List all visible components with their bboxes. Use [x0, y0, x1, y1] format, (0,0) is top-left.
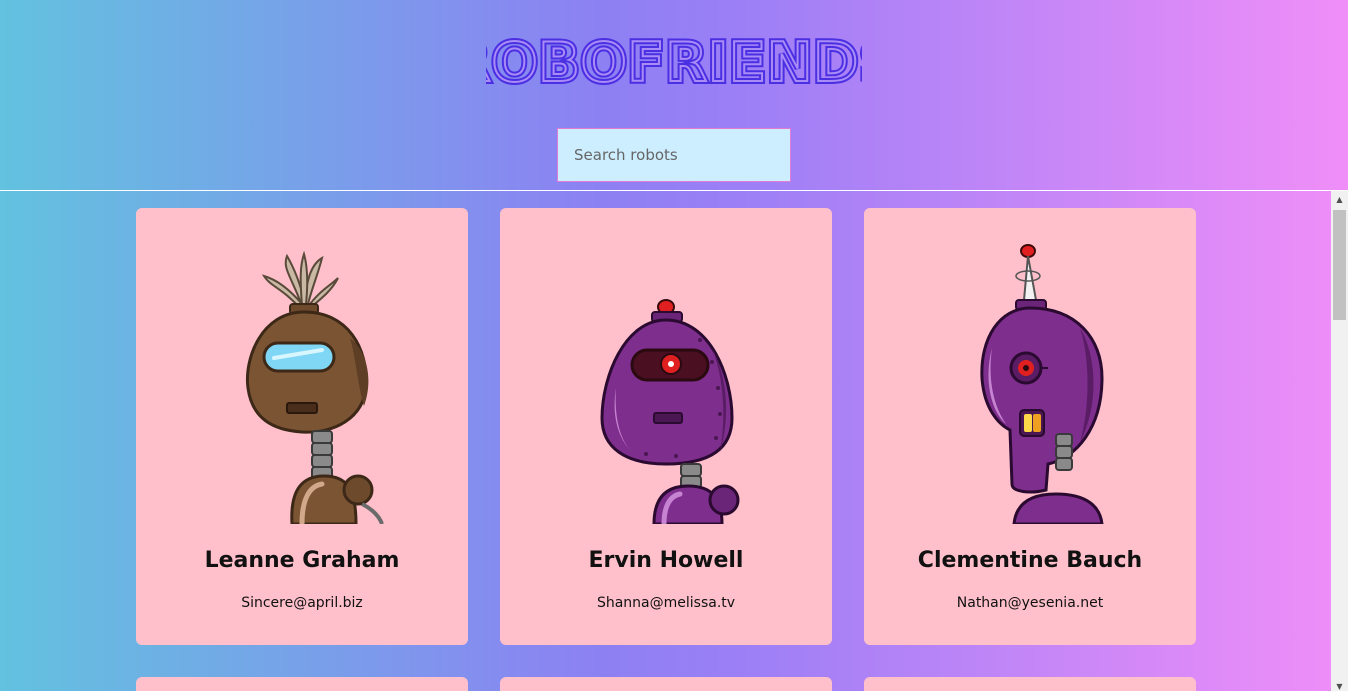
brown-robot-icon — [245, 250, 384, 524]
search-input[interactable] — [557, 128, 791, 182]
robot-card[interactable]: Clementine Bauch Nathan@yesenia.net — [864, 208, 1196, 645]
robot-email: Shanna@melissa.tv — [596, 595, 736, 611]
robot-name: Clementine Bauch — [917, 548, 1143, 573]
robot-name: Leanne Graham — [204, 548, 400, 573]
vertical-scrollbar[interactable]: ▲ ▼ — [1331, 191, 1348, 694]
header: ROBOFRIENDS ROBOFRIENDS — [0, 0, 1348, 190]
purple-robot-icon — [600, 299, 740, 524]
purple-cyclops-robot-icon — [980, 244, 1104, 524]
robot-card[interactable]: Ervin Howell Shanna@melissa.tv — [500, 208, 832, 645]
scrollbar-thumb[interactable] — [1333, 210, 1346, 320]
robot-card[interactable]: Leanne Graham Sincere@april.biz — [136, 208, 468, 645]
robot-email: Sincere@april.biz — [241, 595, 363, 611]
page-title: ROBOFRIENDS — [486, 33, 862, 89]
scroll-up-icon[interactable]: ▲ — [1331, 191, 1348, 208]
card-list[interactable]: Leanne Graham Sincere@april.biz Ervin Ho… — [0, 190, 1348, 694]
robofriends-logo: ROBOFRIENDS ROBOFRIENDS — [486, 33, 862, 89]
app-page: ROBOFRIENDS ROBOFRIENDS — [0, 0, 1348, 694]
robot-name: Ervin Howell — [588, 548, 744, 573]
robot-email: Nathan@yesenia.net — [956, 595, 1104, 611]
